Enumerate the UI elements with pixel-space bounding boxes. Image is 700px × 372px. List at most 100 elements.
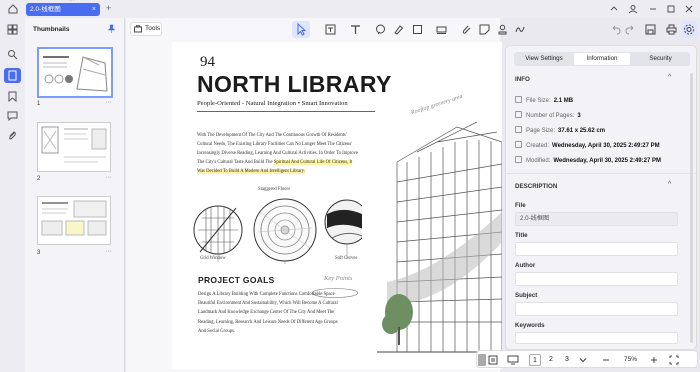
fullscreen-icon[interactable] (669, 355, 679, 365)
thumbnail-number: 3 (37, 250, 41, 256)
pages-icon (515, 111, 522, 118)
thumbnail-page-1[interactable] (37, 47, 113, 98)
chevron-up-icon[interactable]: ^ (668, 74, 671, 81)
select-tool-button[interactable] (292, 21, 310, 38)
fit-page-icon[interactable] (488, 355, 498, 365)
thumbnail-page-2[interactable] (37, 122, 111, 172)
highlighter-icon[interactable] (393, 24, 404, 35)
tools-button[interactable]: Tools (130, 22, 162, 36)
thumbnail-more-icon[interactable]: ··· (105, 99, 112, 106)
thumbnails-panel: Thumbnails 1 ··· 2 ··· 3 ··· (25, 18, 125, 372)
minimize-icon[interactable] (648, 4, 658, 14)
account-icon[interactable] (628, 4, 638, 14)
title-field[interactable] (515, 242, 678, 256)
project-goals-paragraph: Design A Library Building With Complete … (198, 290, 370, 336)
stamp-seal-icon[interactable] (497, 24, 508, 35)
highlighted-text[interactable]: Was Decided To Build A Modern And Intell… (197, 169, 305, 175)
zoom-out-icon[interactable] (601, 355, 611, 365)
search-icon[interactable] (7, 49, 18, 60)
panel-tabs: View Settings Information Security (514, 52, 690, 66)
page-button-2[interactable]: 2 (545, 354, 557, 366)
soft-curves-image (324, 199, 362, 245)
file-name-field[interactable]: 2.0-线框图 (515, 212, 678, 226)
text-line: Landmark And Knowledge Exchange Center O… (198, 310, 335, 316)
comment-tool-icon[interactable] (375, 24, 386, 35)
close-window-icon[interactable] (684, 4, 694, 14)
thumbnail-page-3[interactable] (37, 196, 111, 245)
highlighted-text[interactable]: Spiritual And Cultural Life Of Citizens,… (273, 160, 353, 166)
undo-icon[interactable] (610, 24, 621, 35)
grid-window-caption: Grid Window (200, 256, 226, 261)
title-label: Title (515, 232, 528, 239)
tab-title: 2.0-线框图 (30, 6, 61, 13)
document-tab[interactable]: 2.0-线框图 × (26, 3, 100, 16)
text-line: Increasingly Diverse Reading, Learning A… (197, 151, 359, 157)
close-tab-icon[interactable]: × (92, 3, 96, 16)
grid-window-image (193, 205, 243, 255)
print-icon[interactable] (666, 24, 677, 35)
tree-icon (382, 294, 413, 345)
maximize-icon[interactable] (666, 4, 676, 14)
info-page-size: Page Size: 37.61 x 25.62 cm (515, 126, 605, 134)
thumbnail-number: 2 (37, 176, 41, 182)
thumbnails-title: Thumbnails (33, 26, 70, 33)
info-section-title: INFO (515, 76, 530, 83)
settings-icon (684, 24, 694, 35)
attachment-tool-icon[interactable] (461, 24, 472, 35)
stamp-icon[interactable] (436, 24, 447, 35)
panel-scrollbar[interactable] (690, 73, 693, 343)
thumbnail-more-icon[interactable]: ··· (105, 174, 112, 181)
section-divider (506, 173, 696, 174)
sticker-icon[interactable] (479, 24, 490, 35)
author-field[interactable] (515, 272, 678, 286)
page-button-3[interactable]: 3 (561, 354, 573, 366)
text-line: Beautiful Environment And Sustainability… (198, 301, 338, 307)
text-line: With The Development Of The City And The… (197, 133, 347, 138)
document-subtitle: People-Oriented - Natural Integration • … (197, 100, 348, 107)
zoom-level[interactable]: 75% (624, 354, 637, 366)
home-icon[interactable] (8, 4, 18, 14)
page-button-1[interactable]: 1 (529, 354, 541, 366)
properties-panel: View Settings Information Security INFO … (505, 45, 697, 350)
zoom-in-icon[interactable] (649, 355, 659, 365)
title-bar: 2.0-线框图 × + ··· (0, 0, 700, 18)
collapse-panel-handle[interactable] (478, 354, 486, 366)
chevron-up-icon[interactable]: ^ (668, 181, 671, 188)
new-tab-button[interactable]: + (106, 3, 111, 13)
page-number-label: 94 (200, 54, 215, 70)
text-box-icon[interactable] (325, 24, 336, 35)
keywords-field[interactable] (515, 332, 678, 344)
pin-icon[interactable] (107, 24, 116, 33)
comment-icon[interactable] (7, 110, 18, 121)
calendar-icon (515, 141, 522, 148)
chevron-down-icon[interactable] (578, 355, 588, 365)
text-icon[interactable] (350, 24, 361, 35)
keywords-label: Keywords (515, 322, 545, 329)
save-icon[interactable] (645, 24, 656, 35)
subject-label: Subject (515, 292, 538, 299)
page-size-icon (515, 126, 522, 133)
subject-field[interactable] (515, 302, 678, 316)
file-icon (515, 96, 522, 103)
attachment-icon[interactable] (7, 130, 18, 141)
thumbnail-more-icon[interactable]: ··· (105, 248, 112, 255)
soft-curves-caption: Soft Curves (335, 256, 358, 261)
chevron-up-icon[interactable] (609, 4, 619, 14)
tab-information[interactable]: Information (574, 53, 630, 65)
thumbnails-icon[interactable] (4, 68, 21, 83)
drag-handle-icon[interactable]: ··· (68, 0, 75, 4)
bookmark-icon[interactable] (7, 91, 18, 102)
tab-view-settings[interactable]: View Settings (515, 53, 573, 65)
cursor-icon (297, 22, 307, 36)
author-label: Author (515, 262, 536, 269)
shape-icon[interactable] (412, 24, 423, 35)
redo-icon[interactable] (625, 24, 636, 35)
screen-view-icon[interactable] (507, 355, 519, 365)
description-section-title: DESCRIPTION (515, 183, 558, 190)
properties-button[interactable] (681, 21, 697, 38)
tab-security[interactable]: Security (632, 53, 689, 65)
grid-view-icon[interactable] (7, 24, 18, 35)
signature-icon[interactable] (515, 24, 526, 35)
intro-paragraph: With The Development Of The City And The… (197, 131, 375, 176)
page-navigation-bar: 1 2 3 75% (476, 350, 698, 368)
